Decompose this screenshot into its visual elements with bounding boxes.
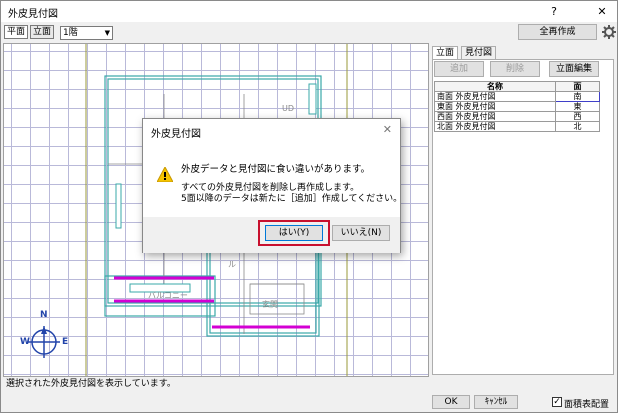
help-button[interactable]: ? [541, 1, 567, 22]
row-name[interactable]: 北面 外皮見付図 [434, 121, 556, 132]
main-window: 外皮見付図 ? ✕ 平面 立面 1階 ▼ 全再作成 バルコニー 玄関 ル UD … [0, 0, 618, 413]
room-label-ud: UD [282, 104, 295, 113]
column-header-face: 面 [555, 81, 600, 92]
dialog-message: 外皮データと見付図に食い違いがあります。 [181, 164, 371, 175]
delete-button[interactable]: 削除 [490, 61, 540, 77]
table-header: 名称 面 [434, 81, 600, 92]
table-row[interactable]: 南面 外皮見付図 南 [434, 91, 600, 102]
ok-button[interactable]: OK [432, 395, 470, 409]
column-header-name: 名称 [434, 81, 556, 92]
area-table-label: 面積表配置 [564, 400, 610, 410]
table-row[interactable]: 北面 外皮見付図 北 [434, 121, 600, 132]
window-title: 外皮見付図 [8, 9, 58, 20]
row-face[interactable]: 西 [555, 111, 600, 122]
tab-elevation-view[interactable]: 立面 [30, 25, 55, 39]
table-row[interactable]: 東面 外皮見付図 東 [434, 101, 600, 112]
close-button[interactable]: ✕ [589, 1, 615, 22]
entrance-label: 玄関 [262, 300, 278, 309]
table-row[interactable]: 西面 外皮見付図 西 [434, 111, 600, 122]
warning-icon [157, 167, 173, 182]
no-button[interactable]: いいえ(N) [332, 225, 390, 241]
rebuild-all-button[interactable]: 全再作成 [518, 24, 597, 40]
status-text: 選択された外皮見付図を表示しています。 [6, 379, 176, 389]
compass-n: N [40, 310, 48, 320]
tab-plan-view[interactable]: 平面 [4, 25, 29, 39]
close-icon[interactable]: ✕ [383, 123, 392, 136]
dialog-title: 外皮見付図 [151, 129, 201, 140]
floor-select[interactable]: 1階 ▼ [60, 26, 113, 40]
cancel-button[interactable]: ｷｬﾝｾﾙ [474, 395, 518, 409]
balcony-label: バルコニー [148, 291, 188, 300]
row-name[interactable]: 西面 外皮見付図 [434, 111, 556, 122]
dialog-detail-line2: 5面以降のデータは新たに［追加］作成してください。 [181, 194, 403, 204]
compass-e: E [62, 337, 69, 347]
row-face[interactable]: 東 [555, 101, 600, 112]
gear-icon[interactable] [602, 25, 616, 39]
row-face[interactable]: 北 [555, 121, 600, 132]
chevron-down-icon: ▼ [104, 29, 110, 37]
dialog-detail-line1: すべての外皮見付図を削除し再作成します。 [181, 183, 360, 193]
edit-elevation-button[interactable]: 立面編集 [549, 61, 599, 77]
dialog-footer: はい(Y) いいえ(N) [143, 217, 400, 253]
room-label: ル [228, 260, 236, 269]
tab-mitsuke[interactable]: 見付図 [461, 46, 497, 60]
compass-w: W [20, 337, 30, 347]
floor-select-value: 1階 [63, 28, 78, 38]
row-name[interactable]: 南面 外皮見付図 [434, 91, 556, 102]
confirm-dialog: 外皮見付図 ✕ 外皮データと見付図に食い違いがあります。 すべての外皮見付図を削… [142, 118, 402, 253]
row-face[interactable]: 南 [555, 91, 600, 102]
title-bar: 外皮見付図 ? ✕ [1, 1, 617, 22]
dialog-detail: すべての外皮見付図を削除し再作成します。 5面以降のデータは新たに［追加］作成し… [181, 183, 402, 205]
area-table-checkbox[interactable]: ✓ [552, 397, 562, 407]
yes-button[interactable]: はい(Y) [265, 225, 323, 241]
row-name[interactable]: 東面 外皮見付図 [434, 101, 556, 112]
elevation-table: 名称 面 南面 外皮見付図 南 東面 外皮見付図 東 西面 外皮見付図 西 北面… [434, 81, 600, 132]
compass: N E W [20, 310, 69, 364]
tab-elevation[interactable]: 立面 [432, 46, 459, 60]
add-button[interactable]: 追加 [434, 61, 484, 77]
